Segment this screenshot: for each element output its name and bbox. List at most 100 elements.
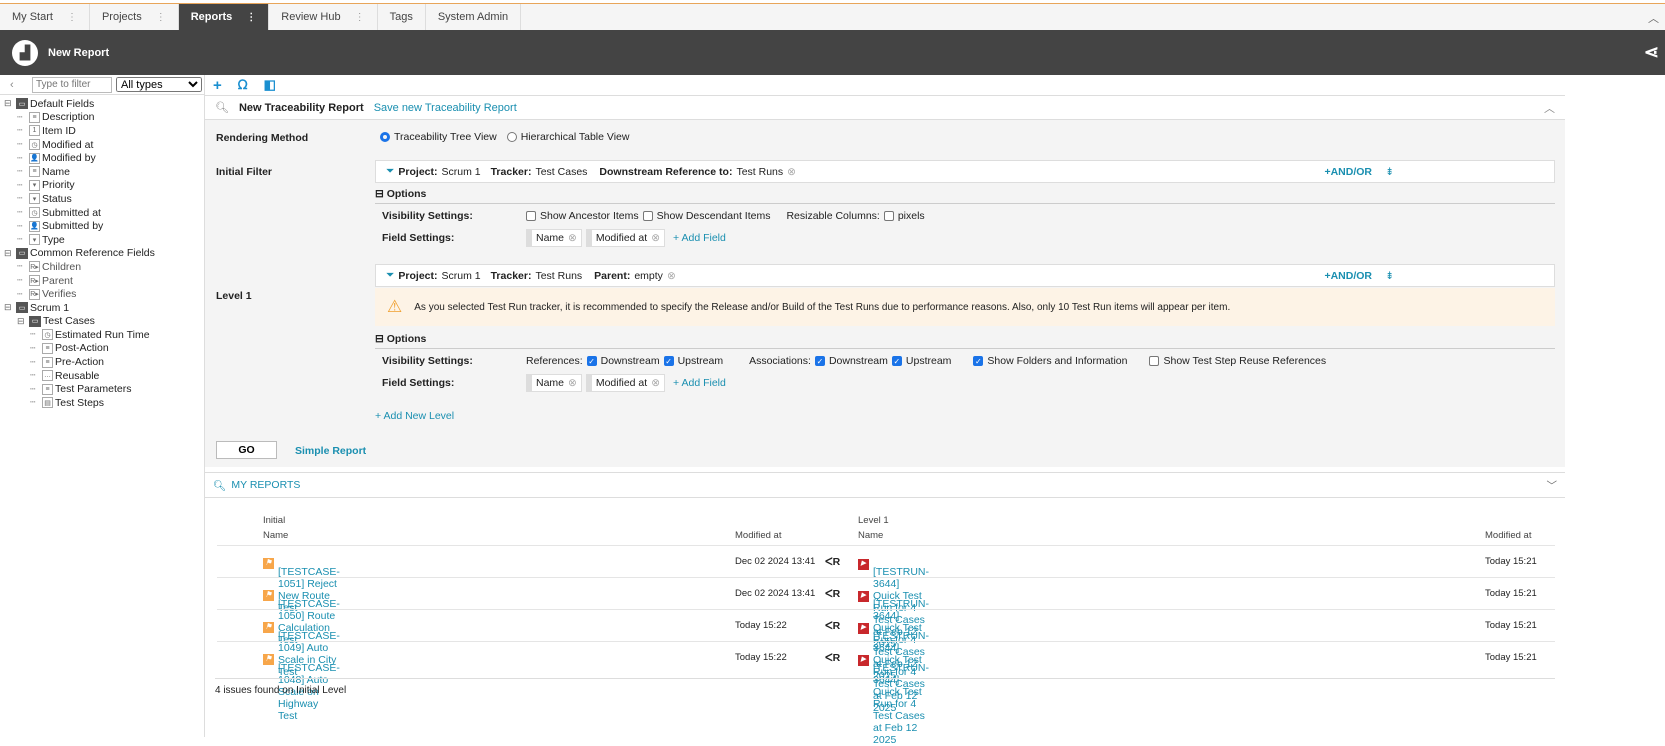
initial-filter[interactable]: ⏷ Project: Scrum 1 Tracker: Test Cases Dow… <box>375 160 1555 183</box>
remove-icon[interactable]: ⊗ <box>651 232 660 244</box>
tree-node[interactable]: ┄ ▤ Test Steps <box>0 396 204 410</box>
level1-filter[interactable]: ⏷ Project: Scrum 1 Tracker: Test Runs Pare… <box>375 264 1555 287</box>
remove-icon[interactable]: ⊗ <box>568 377 577 389</box>
add-field-link[interactable]: + Add Field <box>673 232 726 244</box>
show-ancestor-checkbox[interactable] <box>526 211 536 221</box>
tab-review-hub[interactable]: Review Hub ⋮ <box>269 4 378 30</box>
save-report-link[interactable]: Save new Traceability Report <box>374 102 517 114</box>
tree-node-label: Modified at <box>42 138 94 151</box>
export-icon[interactable]: ◧ <box>264 77 276 93</box>
testrun-link[interactable]: [TESTRUN-3644] Quick Test Run for 4 Test… <box>873 662 929 746</box>
tree-node[interactable]: ┄ 👤 Modified by <box>0 151 204 165</box>
header-level1: Level 1 <box>858 515 889 526</box>
testcase-icon: ⚑ <box>263 654 274 665</box>
field-type-icon: ≡ <box>29 166 40 178</box>
tree-node[interactable]: ┄ ≡ Post-Action <box>0 342 204 356</box>
expand-icon[interactable]: ﹀ <box>1547 478 1558 493</box>
more-icon[interactable]: ⋮ <box>156 12 166 23</box>
collapse-icon[interactable]: ⊟ <box>17 316 27 327</box>
tree-line: ┄ <box>17 193 23 204</box>
tree-node[interactable]: ┄ R▸ Parent <box>0 274 204 288</box>
add-level-link[interactable]: + Add New Level <box>375 410 454 422</box>
collapse-icon[interactable]: ⊟ <box>4 302 14 313</box>
header-modified[interactable]: Modified at <box>1485 530 1531 541</box>
show-reuse-checkbox[interactable] <box>1149 356 1160 366</box>
tree-node[interactable]: ┄ 1 Item ID <box>0 124 204 138</box>
folder-icon: ▭ <box>16 302 28 314</box>
remove-icon[interactable]: ⊗ <box>568 232 577 244</box>
remove-icon[interactable]: ⊗ <box>651 377 660 389</box>
tree-node[interactable]: ┄ 👤 Submitted by <box>0 219 204 233</box>
collapse-icon[interactable]: ⊟ <box>4 248 14 259</box>
modified-at: Today 15:22 <box>735 620 787 631</box>
tree-node[interactable]: ┄ … Reusable <box>0 369 204 383</box>
tree-node[interactable]: ⊟ ▭ Default Fields <box>0 97 204 111</box>
remove-icon[interactable]: ⊗ <box>667 270 676 282</box>
tab-system-admin[interactable]: System Admin <box>426 4 522 30</box>
assoc-downstream-checkbox[interactable]: ✓ <box>814 356 825 366</box>
field-chip[interactable]: Name ⊗ <box>526 229 582 247</box>
simple-report-link[interactable]: Simple Report <box>295 445 366 457</box>
options-toggle[interactable]: ⊟ Options <box>375 333 1555 349</box>
ref-upstream-checkbox[interactable]: ✓ <box>663 356 674 366</box>
tree-node[interactable]: ┄ ◷ Modified at <box>0 138 204 152</box>
header-name[interactable]: Name <box>263 530 288 541</box>
and-or-button[interactable]: +AND/OR <box>1324 270 1372 282</box>
tab-tags[interactable]: Tags <box>378 4 426 30</box>
field-type-icon: ◷ <box>29 207 40 219</box>
and-or-button[interactable]: +AND/OR <box>1324 166 1372 178</box>
collapse-icon[interactable]: ︿ <box>1648 10 1659 26</box>
sort-icon[interactable]: ⇟ <box>1385 270 1394 282</box>
type-select[interactable]: All types <box>116 77 202 92</box>
field-chip[interactable]: Modified at ⊗ <box>585 229 666 247</box>
add-icon[interactable]: + <box>213 77 222 94</box>
collapse-sidebar-icon[interactable]: ‹ <box>10 79 28 91</box>
tree-node-label: Type <box>42 233 65 246</box>
more-icon[interactable]: ⋮ <box>246 12 256 23</box>
tree-node[interactable]: ┄ ≡ Description <box>0 111 204 125</box>
query-icon[interactable]: ᘯ <box>238 77 248 93</box>
remove-icon[interactable]: ⊗ <box>787 166 796 178</box>
more-icon[interactable]: ⋮ <box>355 12 365 23</box>
assoc-upstream-checkbox[interactable]: ✓ <box>891 356 902 366</box>
tree-node[interactable]: ⊟ ▭ Test Cases <box>0 315 204 329</box>
tree-node[interactable]: ┄ R▸ Children <box>0 260 204 274</box>
tab-my-start[interactable]: My Start ⋮ <box>0 4 90 30</box>
my-reports-title[interactable]: MY REPORTS <box>231 479 300 491</box>
collapse-icon[interactable]: ︿ <box>1544 100 1555 116</box>
field-chip[interactable]: Name ⊗ <box>526 374 582 392</box>
tree-node[interactable]: ┄ ◷ Estimated Run Time <box>0 328 204 342</box>
tree-node[interactable]: ⊟ ▭ Common Reference Fields <box>0 247 204 261</box>
resizable-checkbox[interactable] <box>883 211 894 221</box>
field-chip[interactable]: Modified at ⊗ <box>585 374 666 392</box>
show-descendant-checkbox[interactable] <box>642 211 653 221</box>
radio-tree-view[interactable] <box>380 132 390 142</box>
tree-node[interactable]: ┄ ≡ Pre-Action <box>0 355 204 369</box>
tree-node[interactable]: ┄ R▸ Verifies <box>0 287 204 301</box>
tree-node[interactable]: ┄ ◷ Submitted at <box>0 206 204 220</box>
tree-node[interactable]: ┄ ▾ Status <box>0 192 204 206</box>
tree-node[interactable]: ⊟ ▭ Scrum 1 <box>0 301 204 315</box>
tab-projects[interactable]: Projects ⋮ <box>90 4 179 30</box>
header-name[interactable]: Name <box>858 530 883 541</box>
go-button[interactable]: GO <box>216 441 277 459</box>
filter-input[interactable] <box>32 76 112 93</box>
add-field-link[interactable]: + Add Field <box>673 377 726 389</box>
tree-node[interactable]: ┄ ▾ Priority <box>0 179 204 193</box>
tree-node[interactable]: ┄ ▾ Type <box>0 233 204 247</box>
radio-table-view[interactable] <box>506 132 517 142</box>
header-modified[interactable]: Modified at <box>735 530 781 541</box>
filter-value: Test Runs <box>736 165 784 178</box>
more-icon[interactable]: ⋮ <box>67 12 77 23</box>
options-toggle[interactable]: ⊟ Options <box>375 188 1555 204</box>
tree-node[interactable]: ┄ ≡ Test Parameters <box>0 382 204 396</box>
ref-downstream-checkbox[interactable]: ✓ <box>586 356 597 366</box>
share-icon[interactable]: ⋖ <box>1644 42 1659 63</box>
collapse-icon[interactable]: ⊟ <box>4 98 14 109</box>
show-folders-checkbox[interactable]: ✓ <box>973 356 984 366</box>
tree-node[interactable]: ┄ ≡ Name <box>0 165 204 179</box>
modified-at: Dec 02 2024 13:41 <box>735 588 816 599</box>
tab-reports[interactable]: Reports ⋮ <box>178 4 270 30</box>
sort-icon[interactable]: ⇟ <box>1385 166 1394 178</box>
tree-node-label: Verifies <box>42 288 77 301</box>
